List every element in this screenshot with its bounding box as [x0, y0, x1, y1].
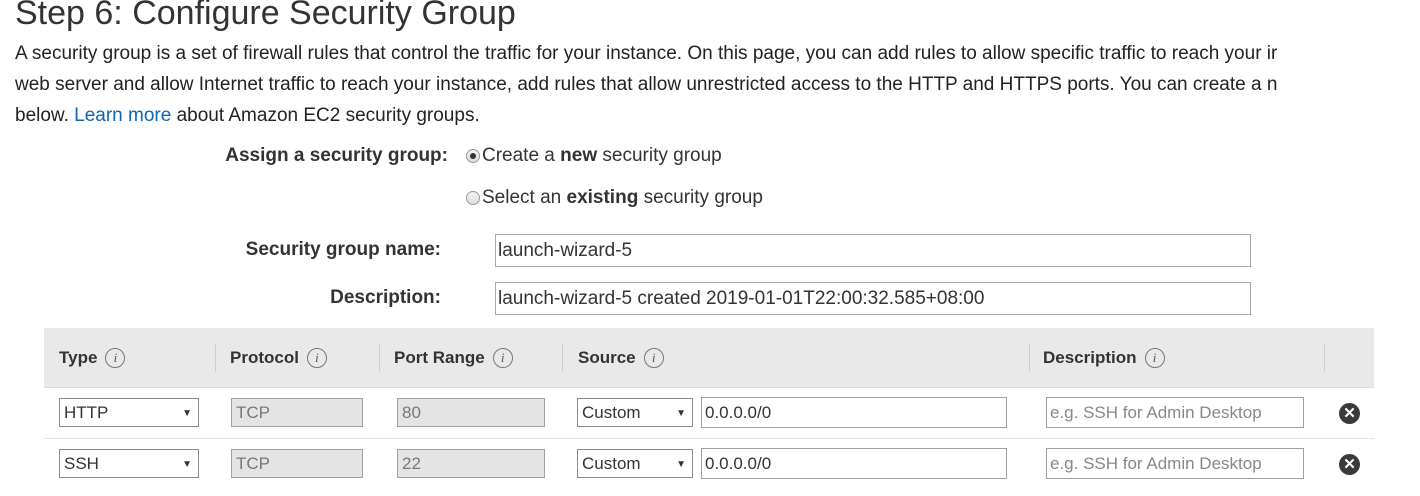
description-label: Description:	[330, 287, 441, 308]
type-info-icon[interactable]: i	[105, 347, 126, 368]
create-new-radio[interactable]	[466, 149, 480, 163]
source-info-icon[interactable]: i	[643, 347, 664, 368]
description-info-icon[interactable]: i	[1144, 347, 1165, 368]
rule-protocol-field: TCP	[231, 398, 363, 427]
intro-line-3: below. Learn more about Amazon EC2 secur…	[15, 100, 1420, 131]
rule-row: HTTP ▼ TCP 80 Custom ▼ ✕	[44, 388, 1374, 439]
page-title: Step 6: Configure Security Group	[15, 0, 516, 32]
rules-table-header: Type i Protocol i Port Range i Source i …	[44, 328, 1374, 388]
rule-type-select[interactable]: HTTP ▼	[59, 398, 199, 427]
learn-more-link[interactable]: Learn more	[74, 105, 171, 126]
column-divider	[379, 344, 380, 372]
intro-line-3-before: below.	[15, 105, 69, 126]
protocol-column-header: Protocol i	[230, 328, 327, 387]
rule-description-input[interactable]	[1046, 397, 1304, 428]
description-column-header: Description i	[1043, 328, 1165, 387]
source-column-header: Source i	[578, 328, 664, 387]
rule-source-type-select[interactable]: Custom ▼	[577, 398, 693, 427]
column-divider	[1029, 344, 1030, 372]
column-divider	[562, 344, 563, 372]
rule-port-range-field: 22	[397, 449, 545, 478]
port-range-info-icon[interactable]: i	[492, 347, 513, 368]
select-existing-security-group-option[interactable]: Select an existing security group	[466, 187, 763, 209]
intro-line-1: A security group is a set of firewall ru…	[15, 43, 1278, 64]
intro-text: A security group is a set of firewall ru…	[15, 38, 1420, 131]
select-existing-radio[interactable]	[466, 191, 480, 205]
rule-protocol-field: TCP	[231, 449, 363, 478]
create-new-label: Create a new security group	[482, 145, 722, 166]
security-group-name-input[interactable]	[495, 234, 1251, 267]
rule-row: SSH ▼ TCP 22 Custom ▼ ✕	[44, 439, 1374, 489]
remove-rule-icon[interactable]: ✕	[1339, 403, 1360, 424]
intro-line-3-after: about Amazon EC2 security groups.	[176, 105, 480, 126]
intro-line-2: web server and allow Internet traffic to…	[15, 74, 1278, 95]
dropdown-arrow-icon: ▼	[182, 408, 192, 419]
rule-source-cidr-input[interactable]	[701, 448, 1007, 479]
protocol-info-icon[interactable]: i	[306, 347, 327, 368]
port-range-column-header: Port Range i	[394, 328, 513, 387]
rule-port-range-field: 80	[397, 398, 545, 427]
remove-rule-icon[interactable]: ✕	[1339, 454, 1360, 475]
rule-type-select[interactable]: SSH ▼	[59, 449, 199, 478]
rule-description-input[interactable]	[1046, 448, 1304, 479]
dropdown-arrow-icon: ▼	[182, 459, 192, 470]
dropdown-arrow-icon: ▼	[676, 459, 686, 470]
select-existing-label: Select an existing security group	[482, 187, 763, 208]
create-new-security-group-option[interactable]: Create a new security group	[466, 145, 722, 167]
security-group-name-label: Security group name:	[245, 239, 441, 260]
assign-security-group-label: Assign a security group:	[225, 145, 448, 166]
type-column-header: Type i	[59, 328, 126, 387]
description-input[interactable]	[495, 282, 1251, 315]
rule-source-type-select[interactable]: Custom ▼	[577, 449, 693, 478]
rule-source-cidr-input[interactable]	[701, 397, 1007, 428]
column-divider	[215, 344, 216, 372]
column-divider	[1324, 344, 1325, 372]
dropdown-arrow-icon: ▼	[676, 408, 686, 419]
